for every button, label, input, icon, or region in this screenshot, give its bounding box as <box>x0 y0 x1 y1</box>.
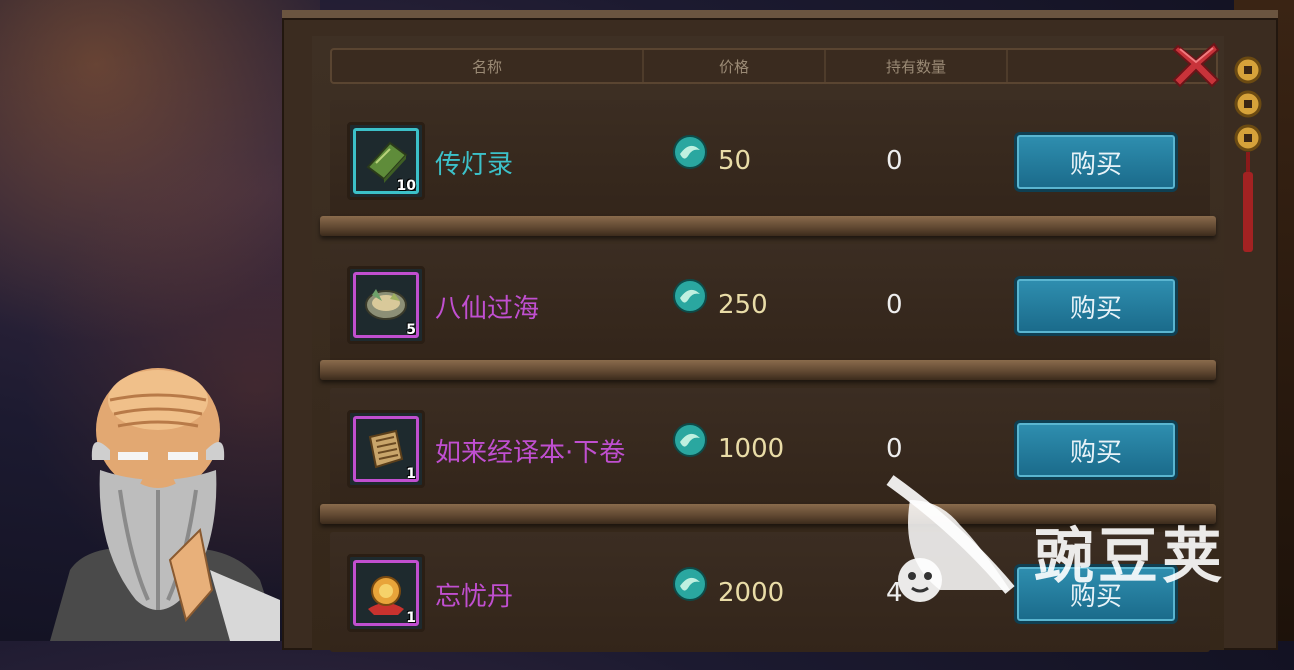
stack-count: 5 <box>406 322 416 338</box>
header-price: 价格 <box>644 50 826 82</box>
shelf <box>320 360 1216 380</box>
list-item: 1 如来经译本·下卷 1000 0 购买 <box>320 388 1216 526</box>
item-owned: 0 <box>886 146 903 176</box>
jade-coin-icon <box>673 279 707 313</box>
item-name: 传灯录 <box>435 150 514 180</box>
item-slot[interactable]: 5 <box>347 266 425 344</box>
item-slot[interactable]: 1 <box>347 554 425 632</box>
buy-button[interactable]: 购买 <box>1014 132 1178 192</box>
list-item: 5 八仙过海 250 0 购买 <box>320 244 1216 382</box>
header-owned: 持有数量 <box>826 50 1008 82</box>
jade-coin-icon <box>673 135 707 169</box>
jade-coin-icon <box>673 423 707 457</box>
coin-string-icon <box>1232 52 1268 262</box>
item-price: 50 <box>718 146 752 176</box>
item-slot[interactable]: 10 <box>347 122 425 200</box>
bowl-icon <box>365 289 407 320</box>
item-name: 如来经译本·下卷 <box>435 438 626 468</box>
shelf <box>320 216 1216 236</box>
item-owned: 0 <box>886 290 903 320</box>
buy-button[interactable]: 购买 <box>1014 420 1178 480</box>
jade-coin-icon <box>673 567 707 601</box>
scroll-icon <box>368 429 404 469</box>
stack-count: 1 <box>406 610 416 626</box>
stack-count: 1 <box>406 466 416 482</box>
list-item: 10 传灯录 50 0 购买 <box>320 100 1216 238</box>
pill-icon <box>368 576 404 615</box>
header-name: 名称 <box>332 50 644 82</box>
item-price: 250 <box>718 290 768 320</box>
buy-button[interactable]: 购买 <box>1014 276 1178 336</box>
stack-count: 10 <box>396 178 416 194</box>
item-name: 忘忧丹 <box>435 582 514 612</box>
item-name: 八仙过海 <box>435 294 540 324</box>
close-icon[interactable] <box>1170 40 1222 88</box>
watermark-text: 豌豆荚 <box>1034 522 1226 592</box>
item-price: 1000 <box>718 434 785 464</box>
monk-npc-portrait <box>50 368 280 641</box>
table-header: 名称 价格 持有数量 <box>330 48 1218 84</box>
item-owned: 0 <box>886 434 903 464</box>
item-slot[interactable]: 1 <box>347 410 425 488</box>
watermark-logo <box>886 475 1015 602</box>
item-price: 2000 <box>718 578 785 608</box>
